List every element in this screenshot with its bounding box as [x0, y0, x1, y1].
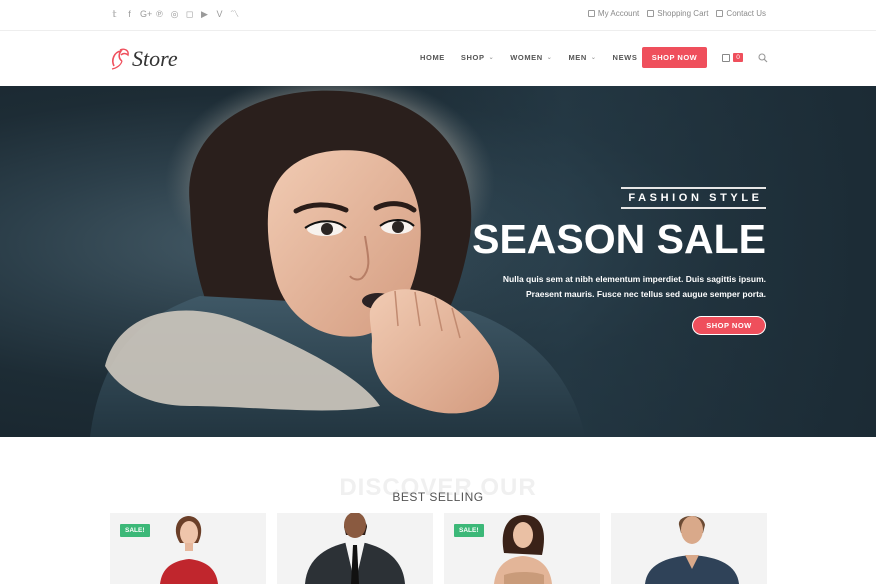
hero-shop-now-button[interactable]: SHOP NOW [692, 316, 766, 335]
nav-men-label: MEN [568, 53, 587, 62]
logo[interactable]: Store [108, 44, 178, 74]
main-header: Store HOME SHOP ⌄ WOMEN ⌄ MEN ⌄ NEWS SHOP N… [0, 31, 876, 86]
account-links: My Account Shopping Cart Contact Us [587, 9, 766, 18]
product-image-man-suit [305, 513, 405, 584]
nav-home-label: HOME [420, 53, 445, 62]
nav-home[interactable]: HOME [420, 53, 445, 62]
section-title: BEST SELLING [392, 490, 484, 504]
nav-women[interactable]: WOMEN ⌄ [510, 53, 552, 62]
bag-icon [722, 53, 730, 62]
rss-icon[interactable]: 〽 [230, 9, 239, 20]
product-card[interactable] [611, 513, 767, 584]
nav-men[interactable]: MEN ⌄ [568, 53, 596, 62]
shopping-cart-label: Shopping Cart [657, 9, 709, 18]
product-image-man-denim-shirt [645, 515, 739, 584]
contact-us-link[interactable]: Contact Us [716, 9, 766, 18]
dribbble-icon[interactable]: ◎ [170, 9, 179, 20]
logo-mark-icon [111, 48, 129, 70]
facebook-icon[interactable]: f [125, 9, 134, 20]
social-links: 𝕥 f G+ ℗ ◎ ◻ ▶ V 〽 [110, 9, 239, 20]
nav-women-label: WOMEN [510, 53, 543, 62]
product-card[interactable] [277, 513, 433, 584]
lock-icon [587, 10, 595, 17]
hero-banner: FASHION STYLE SEASON SALE Nulla quis sem… [0, 86, 876, 437]
product-grid: SALE! SALE! [110, 513, 767, 584]
my-account-link[interactable]: My Account [587, 9, 640, 18]
cart-count-badge: 0 [733, 53, 743, 62]
pinterest-icon[interactable]: ℗ [155, 9, 164, 20]
shopping-cart-link[interactable]: Shopping Cart [647, 9, 708, 18]
nav-shop-label: SHOP [460, 53, 485, 62]
logo-text: Store [132, 46, 178, 71]
chevron-down-icon: ⌄ [488, 55, 495, 61]
google-plus-icon[interactable]: G+ [140, 9, 152, 20]
twitter-icon[interactable]: 𝕥 [110, 9, 119, 20]
hero-description: Nulla quis sem at nibh elementum imperdi… [472, 272, 766, 302]
nav-news-label: NEWS [612, 53, 638, 62]
instagram-icon[interactable]: ◻ [185, 9, 194, 20]
bag-icon [647, 10, 655, 17]
youtube-icon[interactable]: ▶ [200, 9, 209, 20]
sale-badge: SALE! [454, 524, 484, 537]
product-card[interactable]: SALE! [444, 513, 600, 584]
chevron-down-icon: ⌄ [546, 55, 553, 61]
cart-button[interactable]: 0 [722, 53, 743, 62]
nav-shop[interactable]: SHOP ⌄ [461, 53, 494, 62]
hero-kicker: FASHION STYLE [621, 187, 766, 209]
nav-news[interactable]: NEWS [613, 53, 638, 62]
my-account-label: My Account [597, 9, 640, 18]
chevron-down-icon: ⌄ [590, 55, 597, 61]
main-nav: HOME SHOP ⌄ WOMEN ⌄ MEN ⌄ NEWS [420, 53, 637, 62]
sale-badge: SALE! [120, 524, 150, 537]
home-icon [716, 10, 724, 17]
search-icon[interactable] [758, 53, 768, 63]
hero-headline: SEASON SALE [472, 216, 766, 262]
vimeo-icon[interactable]: V [215, 9, 224, 20]
product-card[interactable]: SALE! [110, 513, 266, 584]
hero-desc-line-2: Praesent mauris. Fusce nec tellus sed au… [526, 289, 766, 299]
top-bar: 𝕥 f G+ ℗ ◎ ◻ ▶ V 〽 My Account Shopping C… [0, 0, 876, 31]
header-shop-now-button[interactable]: SHOP NOW [642, 47, 707, 68]
contact-us-label: Contact Us [726, 9, 766, 18]
hero-desc-line-1: Nulla quis sem at nibh elementum imperdi… [502, 274, 766, 284]
hero-text-block: FASHION STYLE SEASON SALE Nulla quis sem… [472, 187, 766, 302]
